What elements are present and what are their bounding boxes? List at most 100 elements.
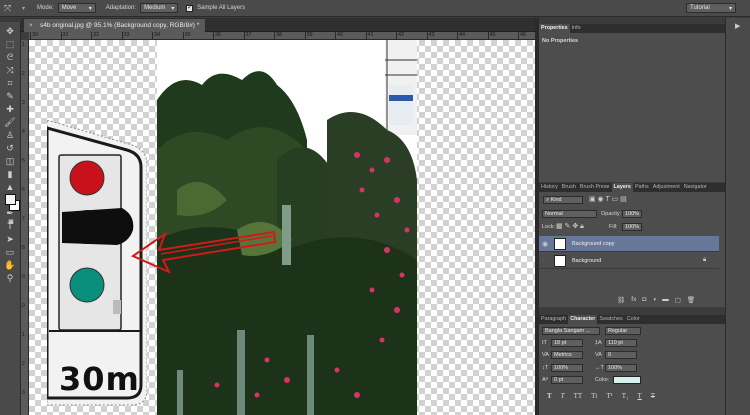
mode-select[interactable]: Move ▾ [57, 3, 96, 13]
eraser-icon[interactable]: ◫ [3, 156, 17, 167]
tab-adjustments[interactable]: Adjustment [651, 183, 682, 192]
move-icon[interactable]: ✥ [3, 26, 17, 37]
faux-bold-button[interactable]: T [547, 392, 552, 400]
new-layer-icon[interactable]: ▢ [675, 296, 681, 304]
filter-kind-select[interactable]: ⌕ Kind [543, 196, 583, 204]
tab-properties[interactable]: Properties [539, 24, 570, 33]
healing-icon[interactable]: ✚ [3, 104, 17, 115]
document-canvas[interactable]: 30m [29, 40, 535, 415]
ruler-tick-label: 39 [304, 32, 313, 39]
gradient-icon[interactable]: ▮ [3, 169, 17, 180]
tab-paragraph[interactable]: Paragraph [539, 315, 568, 324]
trash-icon[interactable]: 🗑︎ [687, 296, 695, 304]
tab-info[interactable]: Info [570, 24, 583, 33]
vertical-ruler[interactable]: 1 2 3 4 5 6 7 8 9 0 1 2 3 [21, 40, 29, 415]
horizontal-ruler[interactable]: 30 31 32 33 34 35 36 37 38 39 40 41 42 43 44 45 46 [29, 32, 535, 40]
kerning-select[interactable]: Metrics [551, 351, 583, 359]
ruler-tick-label: 9 [22, 274, 25, 280]
no-properties-text: No Properties [542, 38, 579, 44]
underline-button[interactable]: T [637, 392, 641, 400]
tab-layers[interactable]: Layers [611, 183, 633, 192]
tab-history[interactable]: History [539, 183, 560, 192]
lasso-icon[interactable]: ᘓ [3, 52, 17, 63]
superscript-button[interactable]: T¹ [606, 392, 612, 400]
path-select-icon[interactable]: ➤ [3, 234, 17, 245]
tracking-select[interactable]: 0 [605, 351, 637, 359]
opacity-input[interactable]: 100% [622, 210, 642, 218]
subscript-button[interactable]: T₁ [622, 392, 629, 400]
sample-all-layers-checkbox[interactable] [186, 3, 194, 12]
adaptation-select[interactable]: Medium ▾ [140, 3, 179, 13]
content-aware-move-icon[interactable]: ⤨ [3, 65, 17, 76]
small-caps-button[interactable]: Tt [591, 392, 597, 400]
text-color-swatch[interactable] [613, 376, 641, 384]
vertical-scale-input[interactable]: 100% [551, 364, 583, 372]
leading-input[interactable]: 110 pt [605, 339, 637, 347]
blend-mode-select[interactable]: Normal [542, 210, 597, 218]
close-icon[interactable]: × [29, 19, 33, 32]
tab-character[interactable]: Character [568, 315, 598, 324]
zoom-icon[interactable]: ⚲ [3, 273, 17, 284]
ruler-tick-label: 31 [60, 32, 69, 39]
blur-icon[interactable]: ▲ [3, 182, 17, 193]
all-caps-button[interactable]: TT [574, 392, 583, 400]
chevron-down-icon: ▾ [88, 5, 92, 12]
opacity-label: Opacity: [601, 211, 622, 217]
tab-brush-presets[interactable]: Brush Prese [578, 183, 612, 192]
layers-panel: ⌕ Kind ▣ ◉ T ▭ ▤ Normal Opacity: 100% Lo… [539, 192, 725, 307]
tab-swatches[interactable]: Swatches [597, 315, 624, 324]
lock-icon[interactable]: 🔒︎ [703, 257, 706, 264]
tool-preset-icon[interactable]: ⤧ [4, 3, 18, 14]
crop-icon[interactable]: ⌗ [3, 78, 17, 89]
tool-preset-chevron-icon[interactable]: ▾ [22, 5, 25, 12]
fill-input[interactable]: 100% [622, 223, 642, 231]
tab-paths[interactable]: Paths [633, 183, 651, 192]
tab-color[interactable]: Color [625, 315, 642, 324]
layer-row-background[interactable]: ▫ Background 🔒︎ [539, 253, 719, 269]
mode-label: Mode: [37, 5, 54, 11]
shape-icon[interactable]: ▭ [3, 247, 17, 258]
tab-brush[interactable]: Brush [560, 183, 578, 192]
chevron-down-icon: ▾ [728, 5, 732, 12]
ruler-tick-label: 33 [121, 32, 130, 39]
ruler-tick-label: 38 [273, 32, 283, 39]
mask-icon[interactable]: ◘ [642, 296, 646, 304]
faux-italic-button[interactable]: T [561, 392, 565, 400]
ruler-tick-label: 1 [22, 42, 25, 48]
stamp-icon[interactable]: ♙ [3, 130, 17, 141]
folder-icon[interactable]: ▬ [662, 296, 669, 304]
baseline-shift-input[interactable]: 0 pt [551, 376, 583, 384]
font-size-input[interactable]: 18 pt [551, 339, 583, 347]
foreground-color-swatch[interactable] [5, 194, 16, 205]
ruler-tick-label: 2 [22, 361, 25, 367]
layer-row-background-copy[interactable]: ◉ Background copy [539, 236, 719, 252]
strikethrough-button[interactable]: T [651, 392, 655, 400]
font-style-select[interactable]: Regular [605, 327, 641, 335]
adjustment-icon[interactable]: ◑ [652, 296, 656, 304]
horizontal-scale-input[interactable]: 100% [605, 364, 637, 372]
blend-mode-value: Normal [545, 211, 563, 217]
visibility-eye-icon[interactable]: ◉ [542, 240, 548, 248]
toolbar-grip[interactable] [0, 18, 21, 22]
hand-icon[interactable]: ✋ [3, 260, 17, 271]
tab-navigator[interactable]: Navigator [682, 183, 709, 192]
collapsed-panel-strip: ▶ [725, 18, 750, 415]
fill-label: Fill: [609, 224, 618, 230]
fx-icon[interactable]: fx [631, 296, 636, 304]
layers-tab-bar: History Brush Brush Prese Layers Paths A… [539, 183, 725, 192]
panel-dock: Properties Info No Properties History Br… [539, 18, 725, 415]
expand-panels-icon[interactable]: ▶ [735, 22, 740, 30]
document-tab[interactable]: × s4b original.jpg @ 95.1% (Background c… [24, 19, 206, 32]
link-icon[interactable]: ⛓ [617, 296, 625, 304]
visibility-off-icon[interactable]: ▫ [542, 257, 544, 264]
lock-icons[interactable]: ▦ ✎ ✥ 🔒︎ [556, 222, 584, 231]
ruler-tick-label: 5 [22, 158, 25, 164]
history-brush-icon[interactable]: ↺ [3, 143, 17, 154]
marquee-icon[interactable]: ⬚ [3, 39, 17, 50]
quick-mask-icon[interactable]: ◙ [4, 216, 18, 227]
brush-icon[interactable]: 🖌︎ [3, 117, 17, 128]
filter-icons[interactable]: ▣ ◉ T ▭ ▤ [589, 195, 627, 203]
font-family-select[interactable]: Bangla Sangam ... [542, 327, 600, 335]
eyedropper-icon[interactable]: ✎ [3, 91, 17, 102]
workspace-select[interactable]: Tutorial ▾ [686, 3, 736, 13]
